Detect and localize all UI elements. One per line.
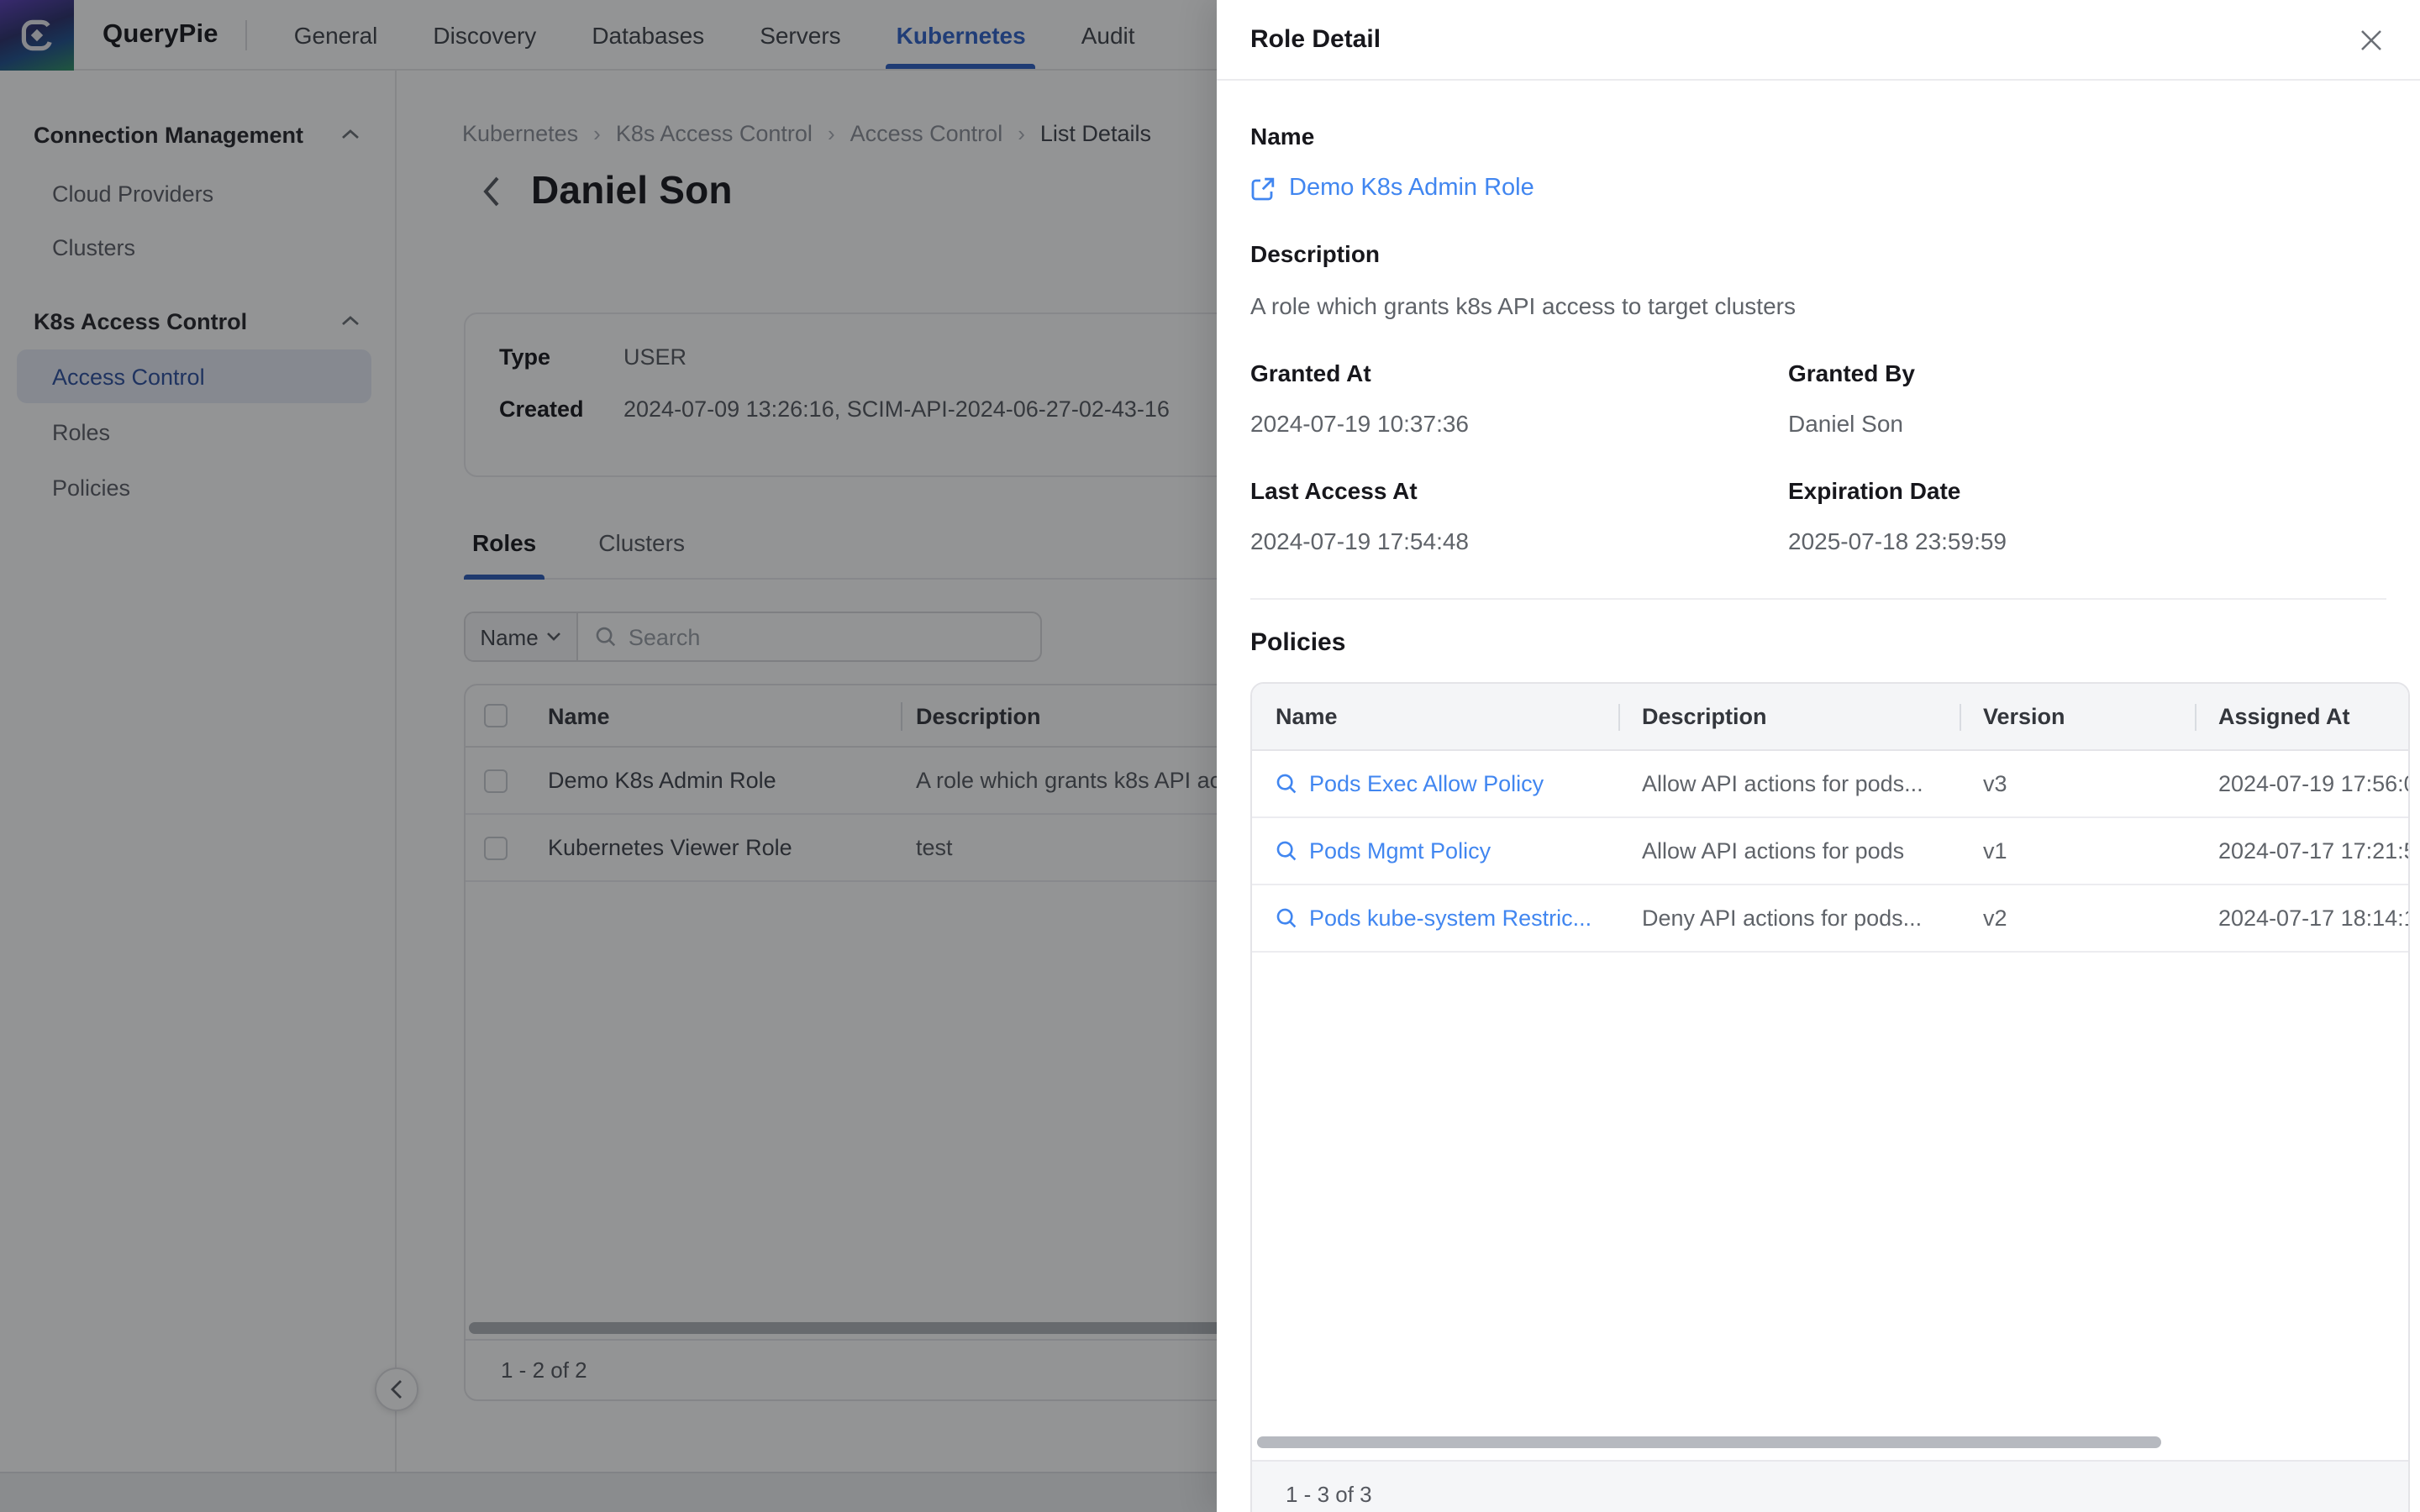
column-divider [2195, 704, 2196, 731]
external-link-icon [1250, 176, 1276, 201]
policy-description-cell: Allow API actions for pods... [1618, 771, 1960, 796]
horizontal-scrollbar[interactable] [1257, 1436, 2161, 1448]
column-divider [1960, 704, 1961, 731]
policy-row: Pods Mgmt Policy Allow API actions for p… [1252, 818, 2408, 885]
granted-at-value: 2024-07-19 10:37:36 [1250, 410, 1788, 438]
column-header-assigned-at[interactable]: Assigned At [2195, 704, 2408, 729]
role-name-link[interactable]: Demo K8s Admin Role [1250, 175, 2386, 202]
policies-table-header: Name Description Version Assigned At [1252, 684, 2408, 751]
policy-version-cell: v2 [1960, 906, 2195, 931]
policy-row: Pods kube-system Restric... Deny API act… [1252, 885, 2408, 953]
policy-version-cell: v1 [1960, 838, 2195, 864]
close-button[interactable] [2354, 23, 2388, 56]
column-divider [1618, 704, 1620, 731]
policies-table: Name Description Version Assigned At Pod… [1250, 682, 2410, 1512]
policy-assigned-at-cell: 2024-07-17 18:14:1 [2195, 906, 2410, 931]
policy-link[interactable]: Pods Mgmt Policy [1309, 838, 1491, 864]
detail-fields-grid: Granted At 2024-07-19 10:37:36 Granted B… [1250, 360, 2386, 556]
policy-version-cell: v3 [1960, 771, 2195, 796]
policy-link[interactable]: Pods Exec Allow Policy [1309, 771, 1544, 796]
drawer-title: Role Detail [1250, 25, 1381, 54]
expiration-label: Expiration Date [1788, 477, 2386, 506]
close-icon [2360, 28, 2383, 51]
granted-at-label: Granted At [1250, 360, 1788, 388]
policy-name-cell: Pods Mgmt Policy [1252, 838, 1618, 864]
last-access-field: Last Access At 2024-07-19 17:54:48 [1250, 477, 1788, 556]
role-name-link-label: Demo K8s Admin Role [1289, 175, 1534, 202]
search-icon [1276, 907, 1297, 929]
policy-name-cell: Pods kube-system Restric... [1252, 906, 1618, 931]
policy-assigned-at-cell: 2024-07-19 17:56:0 [2195, 771, 2410, 796]
policies-table-pagination: 1 - 3 of 3 [1252, 1460, 2408, 1512]
granted-by-field: Granted By Daniel Son [1788, 360, 2386, 438]
drawer-body: Name Demo K8s Admin Role Description A r… [1217, 81, 2420, 1512]
expiration-field: Expiration Date 2025-07-18 23:59:59 [1788, 477, 2386, 556]
granted-by-label: Granted By [1788, 360, 2386, 388]
policy-description-cell: Allow API actions for pods [1618, 838, 1960, 864]
expiration-value: 2025-07-18 23:59:59 [1788, 528, 2386, 556]
description-field-label: Description [1250, 240, 2386, 269]
policy-row: Pods Exec Allow Policy Allow API actions… [1252, 751, 2408, 818]
policy-link[interactable]: Pods kube-system Restric... [1309, 906, 1591, 931]
policy-description-cell: Deny API actions for pods... [1618, 906, 1960, 931]
last-access-label: Last Access At [1250, 477, 1788, 506]
search-icon [1276, 773, 1297, 795]
granted-by-value: Daniel Son [1788, 410, 2386, 438]
last-access-value: 2024-07-19 17:54:48 [1250, 528, 1788, 556]
section-divider [1250, 598, 2386, 600]
name-field-label: Name [1250, 81, 2386, 151]
column-header-version[interactable]: Version [1960, 704, 2195, 729]
granted-at-field: Granted At 2024-07-19 10:37:36 [1250, 360, 1788, 438]
policy-name-cell: Pods Exec Allow Policy [1252, 771, 1618, 796]
search-icon [1276, 840, 1297, 862]
policy-assigned-at-cell: 2024-07-17 17:21:5 [2195, 838, 2410, 864]
role-detail-drawer: Role Detail Name Demo K8s Admin Role Des… [1217, 0, 2420, 1512]
drawer-header: Role Detail [1217, 0, 2420, 81]
description-field-value: A role which grants k8s API access to ta… [1250, 292, 2386, 321]
policies-heading: Policies [1250, 628, 2386, 657]
column-header-name[interactable]: Name [1252, 704, 1618, 729]
app-window: QueryPie General Discovery Databases Ser… [0, 0, 2420, 1512]
column-header-description[interactable]: Description [1618, 704, 1960, 729]
